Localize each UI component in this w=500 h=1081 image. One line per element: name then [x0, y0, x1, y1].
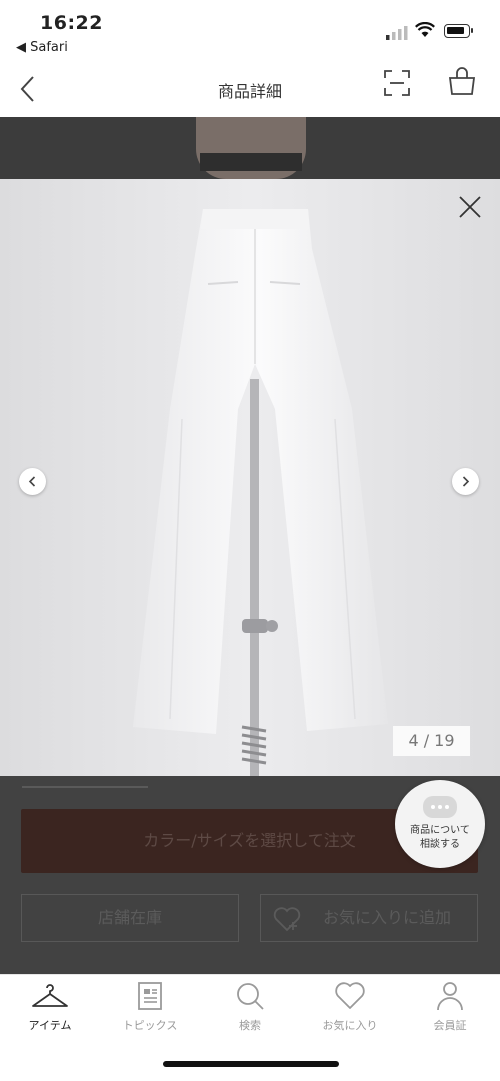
tab-search-label: 検索: [239, 1019, 261, 1032]
chat-label-line1: 商品について: [410, 825, 470, 836]
tab-topics-label: トピックス: [122, 1019, 178, 1032]
add-favorite-label: お気に入りに追加: [323, 908, 452, 927]
news-icon: [138, 982, 162, 1010]
page-title: 商品詳細: [217, 82, 282, 101]
image-counter: 4 / 19: [393, 726, 470, 756]
chat-consult-button[interactable]: 商品について 相談する: [395, 780, 485, 868]
person-icon: [437, 982, 463, 1011]
thumbnail-indicator: [22, 786, 148, 788]
chevron-right-icon: [462, 476, 470, 487]
search-icon: [237, 983, 264, 1010]
chat-bubble-icon: [423, 796, 457, 818]
nav-bar: 商品詳細: [0, 62, 500, 117]
status-time: 16:22: [40, 12, 103, 34]
battery-icon: [444, 24, 473, 38]
tab-membership[interactable]: 会員証: [400, 981, 500, 1043]
tab-items-label: アイテム: [28, 1019, 72, 1032]
heart-plus-icon: [273, 907, 301, 932]
status-bar: 16:22 ◀ Safari: [0, 0, 500, 62]
chat-label: 商品について 相談する: [395, 824, 485, 852]
close-icon[interactable]: [458, 195, 482, 219]
signal-icon: [386, 26, 408, 40]
home-indicator: [163, 1061, 339, 1067]
product-photo[interactable]: [0, 179, 500, 776]
tab-membership-label: 会員証: [433, 1019, 467, 1032]
dimmed-product-image-top: [0, 117, 500, 179]
tab-items[interactable]: アイテム: [0, 981, 100, 1043]
heart-icon: [335, 982, 365, 1009]
tab-search[interactable]: 検索: [200, 981, 300, 1043]
store-stock-button[interactable]: 店舗在庫: [21, 894, 239, 942]
chat-label-line2: 相談する: [420, 839, 460, 850]
back-to-safari-link[interactable]: ◀ Safari: [16, 40, 68, 55]
next-image-button[interactable]: [452, 468, 479, 495]
previous-image-button[interactable]: [19, 468, 46, 495]
tab-favorites[interactable]: お気に入り: [300, 981, 400, 1043]
tab-topics[interactable]: トピックス: [100, 981, 200, 1043]
scan-icon[interactable]: [384, 70, 410, 96]
shopping-bag-icon[interactable]: [449, 66, 475, 96]
chevron-left-icon: [28, 476, 36, 487]
tab-favorites-label: お気に入り: [322, 1019, 378, 1032]
wifi-icon: [415, 22, 435, 37]
hanger-icon: [32, 984, 68, 1007]
white-pants-illustration: [0, 179, 500, 776]
add-favorite-button[interactable]: お気に入りに追加: [260, 894, 478, 942]
